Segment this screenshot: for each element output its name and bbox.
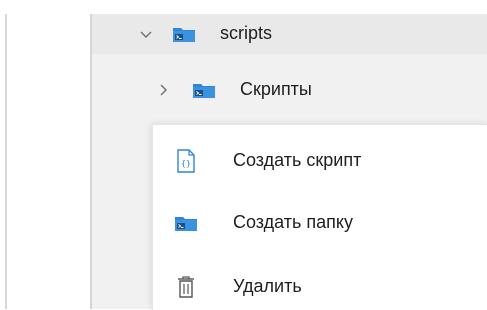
tree-item-scripts[interactable]: scripts xyxy=(92,14,487,54)
script-file-icon: {} xyxy=(173,148,199,174)
top-edge xyxy=(0,0,487,14)
menu-item-label: Создать папку xyxy=(233,212,353,232)
trash-icon xyxy=(173,274,199,300)
svg-text:{}: {} xyxy=(181,159,191,168)
menu-item-label: Создать скрипт xyxy=(233,150,362,170)
tree-item-skripty[interactable]: Скрипты xyxy=(92,70,487,110)
script-folder-icon xyxy=(192,81,216,99)
context-menu: {} Создать скрипт Создать папку Удалить xyxy=(152,124,487,310)
side-gutter xyxy=(7,14,90,309)
script-folder-icon xyxy=(172,25,196,43)
menu-item-create-script[interactable]: {} Создать скрипт xyxy=(153,139,487,183)
chevron-down-icon[interactable] xyxy=(139,27,153,41)
script-folder-icon xyxy=(173,210,199,236)
app-window: scripts Скрипты {} Создать скрипт Создат… xyxy=(0,0,487,310)
menu-item-delete[interactable]: Удалить xyxy=(153,265,487,309)
menu-item-label: Удалить xyxy=(233,276,302,296)
menu-item-create-folder[interactable]: Создать папку xyxy=(153,201,487,245)
tree-item-label: Скрипты xyxy=(240,79,312,99)
tree-item-label: scripts xyxy=(220,23,273,43)
chevron-right-icon[interactable] xyxy=(156,83,170,97)
